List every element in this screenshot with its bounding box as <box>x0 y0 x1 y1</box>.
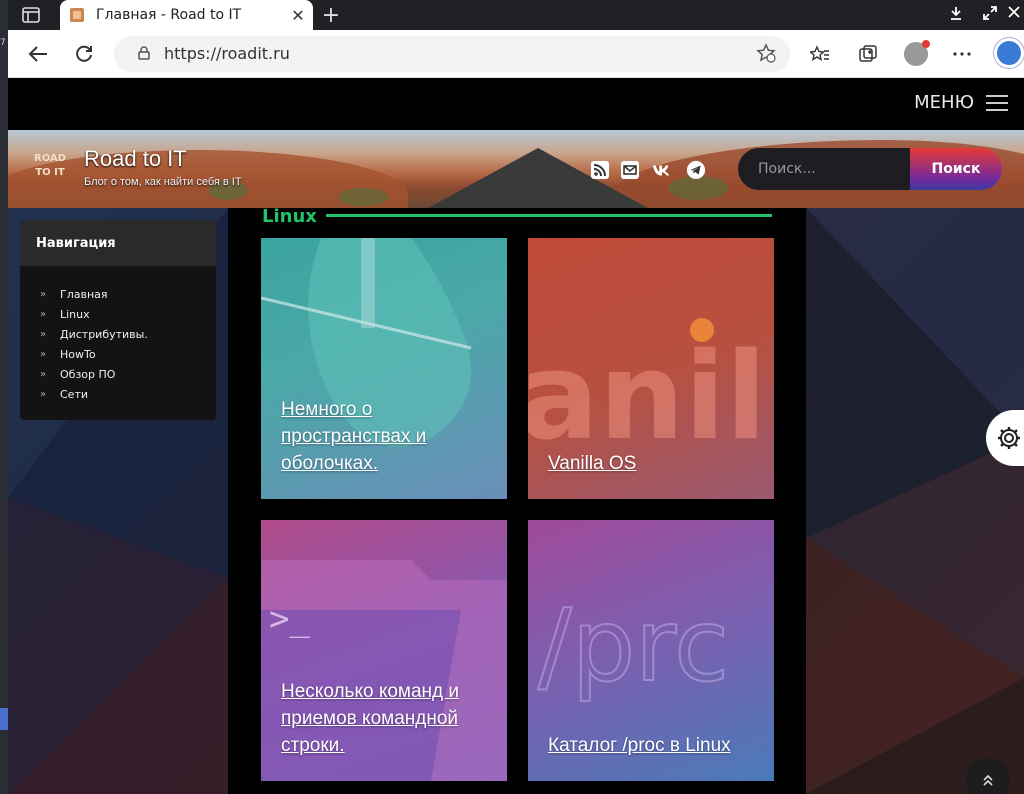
bing-copilot-icon[interactable] <box>994 38 1024 68</box>
section-title[interactable]: Linux <box>262 206 317 227</box>
site-logo-line1: ROAD <box>34 153 66 164</box>
post-card[interactable]: anil Vanilla OS <box>528 238 774 499</box>
site-logo[interactable]: ROAD TO IT <box>30 152 70 188</box>
site-top-bar: МЕНЮ <box>8 78 1024 130</box>
address-bar[interactable]: https://roadit.ru <box>114 36 790 72</box>
double-chevron-icon: » <box>40 348 47 360</box>
tab-actions-icon[interactable] <box>22 7 40 23</box>
favorites-icon <box>810 45 829 61</box>
reload-icon <box>76 45 92 62</box>
sidebar-navigation: Навигация » Главная » Linux » Дистрибутивы.… <box>20 220 216 420</box>
sidebar-item-label: Главная <box>60 287 108 301</box>
browser-tab-active[interactable]: Главная - Road to IT ✕ <box>60 0 313 30</box>
main-content: Linux Немного о пространствах и оболочка… <box>228 206 806 794</box>
sidebar-item-label: HowTo <box>60 347 96 361</box>
site-favicon-icon <box>70 8 84 22</box>
add-favorite-icon[interactable] <box>756 43 776 63</box>
back-button[interactable] <box>24 40 52 68</box>
vk-icon[interactable] <box>652 160 672 180</box>
profile-notification-dot <box>922 40 930 48</box>
back-arrow-icon <box>28 46 47 62</box>
double-chevron-icon: » <box>40 368 47 380</box>
double-chevron-up-icon <box>983 774 993 786</box>
sidebar-item-label: Дистрибутивы. <box>60 327 148 341</box>
site-subtitle: Блог о том, как найти себя в IT <box>84 176 242 188</box>
sidebar-item-networks[interactable]: » Сети <box>40 384 216 404</box>
collections-icon <box>859 45 877 62</box>
gear-icon <box>998 427 1020 449</box>
download-icon[interactable] <box>950 6 962 20</box>
svg-text:anil: anil <box>528 328 767 467</box>
mail-icon[interactable] <box>620 160 640 180</box>
svg-text:>_: >_ <box>269 599 310 639</box>
banner-road <box>428 148 648 208</box>
post-card[interactable]: Немного о пространствах и оболочках. <box>261 238 507 499</box>
profile-avatar[interactable] <box>904 40 930 66</box>
site-logo-line2: TO IT <box>35 167 65 178</box>
browser-window: Главная - Road to IT ✕ + https://roadit.… <box>8 0 1024 794</box>
tab-strip: Главная - Road to IT ✕ + <box>8 0 1024 30</box>
post-card-title[interactable]: Каталог /proc в Linux <box>548 732 760 759</box>
tab-close-icon[interactable]: ✕ <box>287 6 309 25</box>
section-divider <box>326 214 772 217</box>
double-chevron-icon: » <box>40 288 47 300</box>
double-chevron-icon: » <box>40 388 47 400</box>
post-card-title[interactable]: Vanilla OS <box>548 450 760 477</box>
more-dots-icon <box>953 52 971 56</box>
site-menu-button[interactable]: МЕНЮ <box>914 92 1008 113</box>
sidebar-item-linux[interactable]: » Linux <box>40 304 216 324</box>
web-page: МЕНЮ ROAD TO IT Road to IT Блог о том, к… <box>8 78 1024 794</box>
post-card-title[interactable]: Несколько команд и приемов командной стр… <box>281 678 493 759</box>
more-menu-button[interactable] <box>948 40 976 68</box>
lock-icon[interactable] <box>138 46 150 60</box>
double-chevron-icon: » <box>40 328 47 340</box>
rss-icon[interactable] <box>590 160 610 180</box>
telegram-icon[interactable] <box>686 160 706 180</box>
browser-toolbar: https://roadit.ru <box>8 30 1024 78</box>
post-card[interactable]: >_ Несколько команд и приемов командной … <box>261 520 507 781</box>
sidebar-item-label: Linux <box>60 307 90 321</box>
double-chevron-icon: » <box>40 308 47 320</box>
new-tab-button[interactable]: + <box>318 3 344 28</box>
desktop-taskbar-marker[interactable] <box>0 708 8 730</box>
post-card[interactable]: /prc Каталог /proc в Linux <box>528 520 774 781</box>
close-window-icon[interactable] <box>1008 6 1020 18</box>
banner-shrub <box>338 188 388 206</box>
svg-text:/prc: /prc <box>538 587 729 704</box>
fullscreen-icon[interactable] <box>983 6 997 20</box>
scroll-to-top-button[interactable] <box>966 758 1010 794</box>
hamburger-icon <box>986 94 1008 111</box>
site-menu-label: МЕНЮ <box>914 92 974 113</box>
tab-title: Главная - Road to IT <box>96 7 242 23</box>
sidebar-item-software-review[interactable]: » Обзор ПО <box>40 364 216 384</box>
reload-button[interactable] <box>70 40 98 68</box>
search-input[interactable]: Поиск... <box>738 148 910 190</box>
section-header: Linux <box>262 206 772 227</box>
desktop-edge-label: 7 <box>0 38 6 48</box>
sidebar-item-label: Сети <box>60 387 89 401</box>
url-text[interactable]: https://roadit.ru <box>164 44 290 63</box>
sidebar-item-howto[interactable]: » HowTo <box>40 344 216 364</box>
sidebar-item-distros[interactable]: » Дистрибутивы. <box>40 324 216 344</box>
sidebar-item-label: Обзор ПО <box>60 367 116 381</box>
site-title[interactable]: Road to IT <box>84 146 187 172</box>
favorites-button[interactable] <box>806 40 834 68</box>
search-button[interactable]: Поиск <box>910 148 1002 190</box>
post-card-title[interactable]: Немного о пространствах и оболочках. <box>281 396 493 477</box>
collections-button[interactable] <box>854 40 882 68</box>
desktop-edge: 7 <box>0 0 8 794</box>
sidebar-item-home[interactable]: » Главная <box>40 284 216 304</box>
site-header-banner: ROAD TO IT Road to IT Блог о том, как на… <box>8 130 1024 208</box>
sidebar-header: Навигация <box>20 220 216 266</box>
